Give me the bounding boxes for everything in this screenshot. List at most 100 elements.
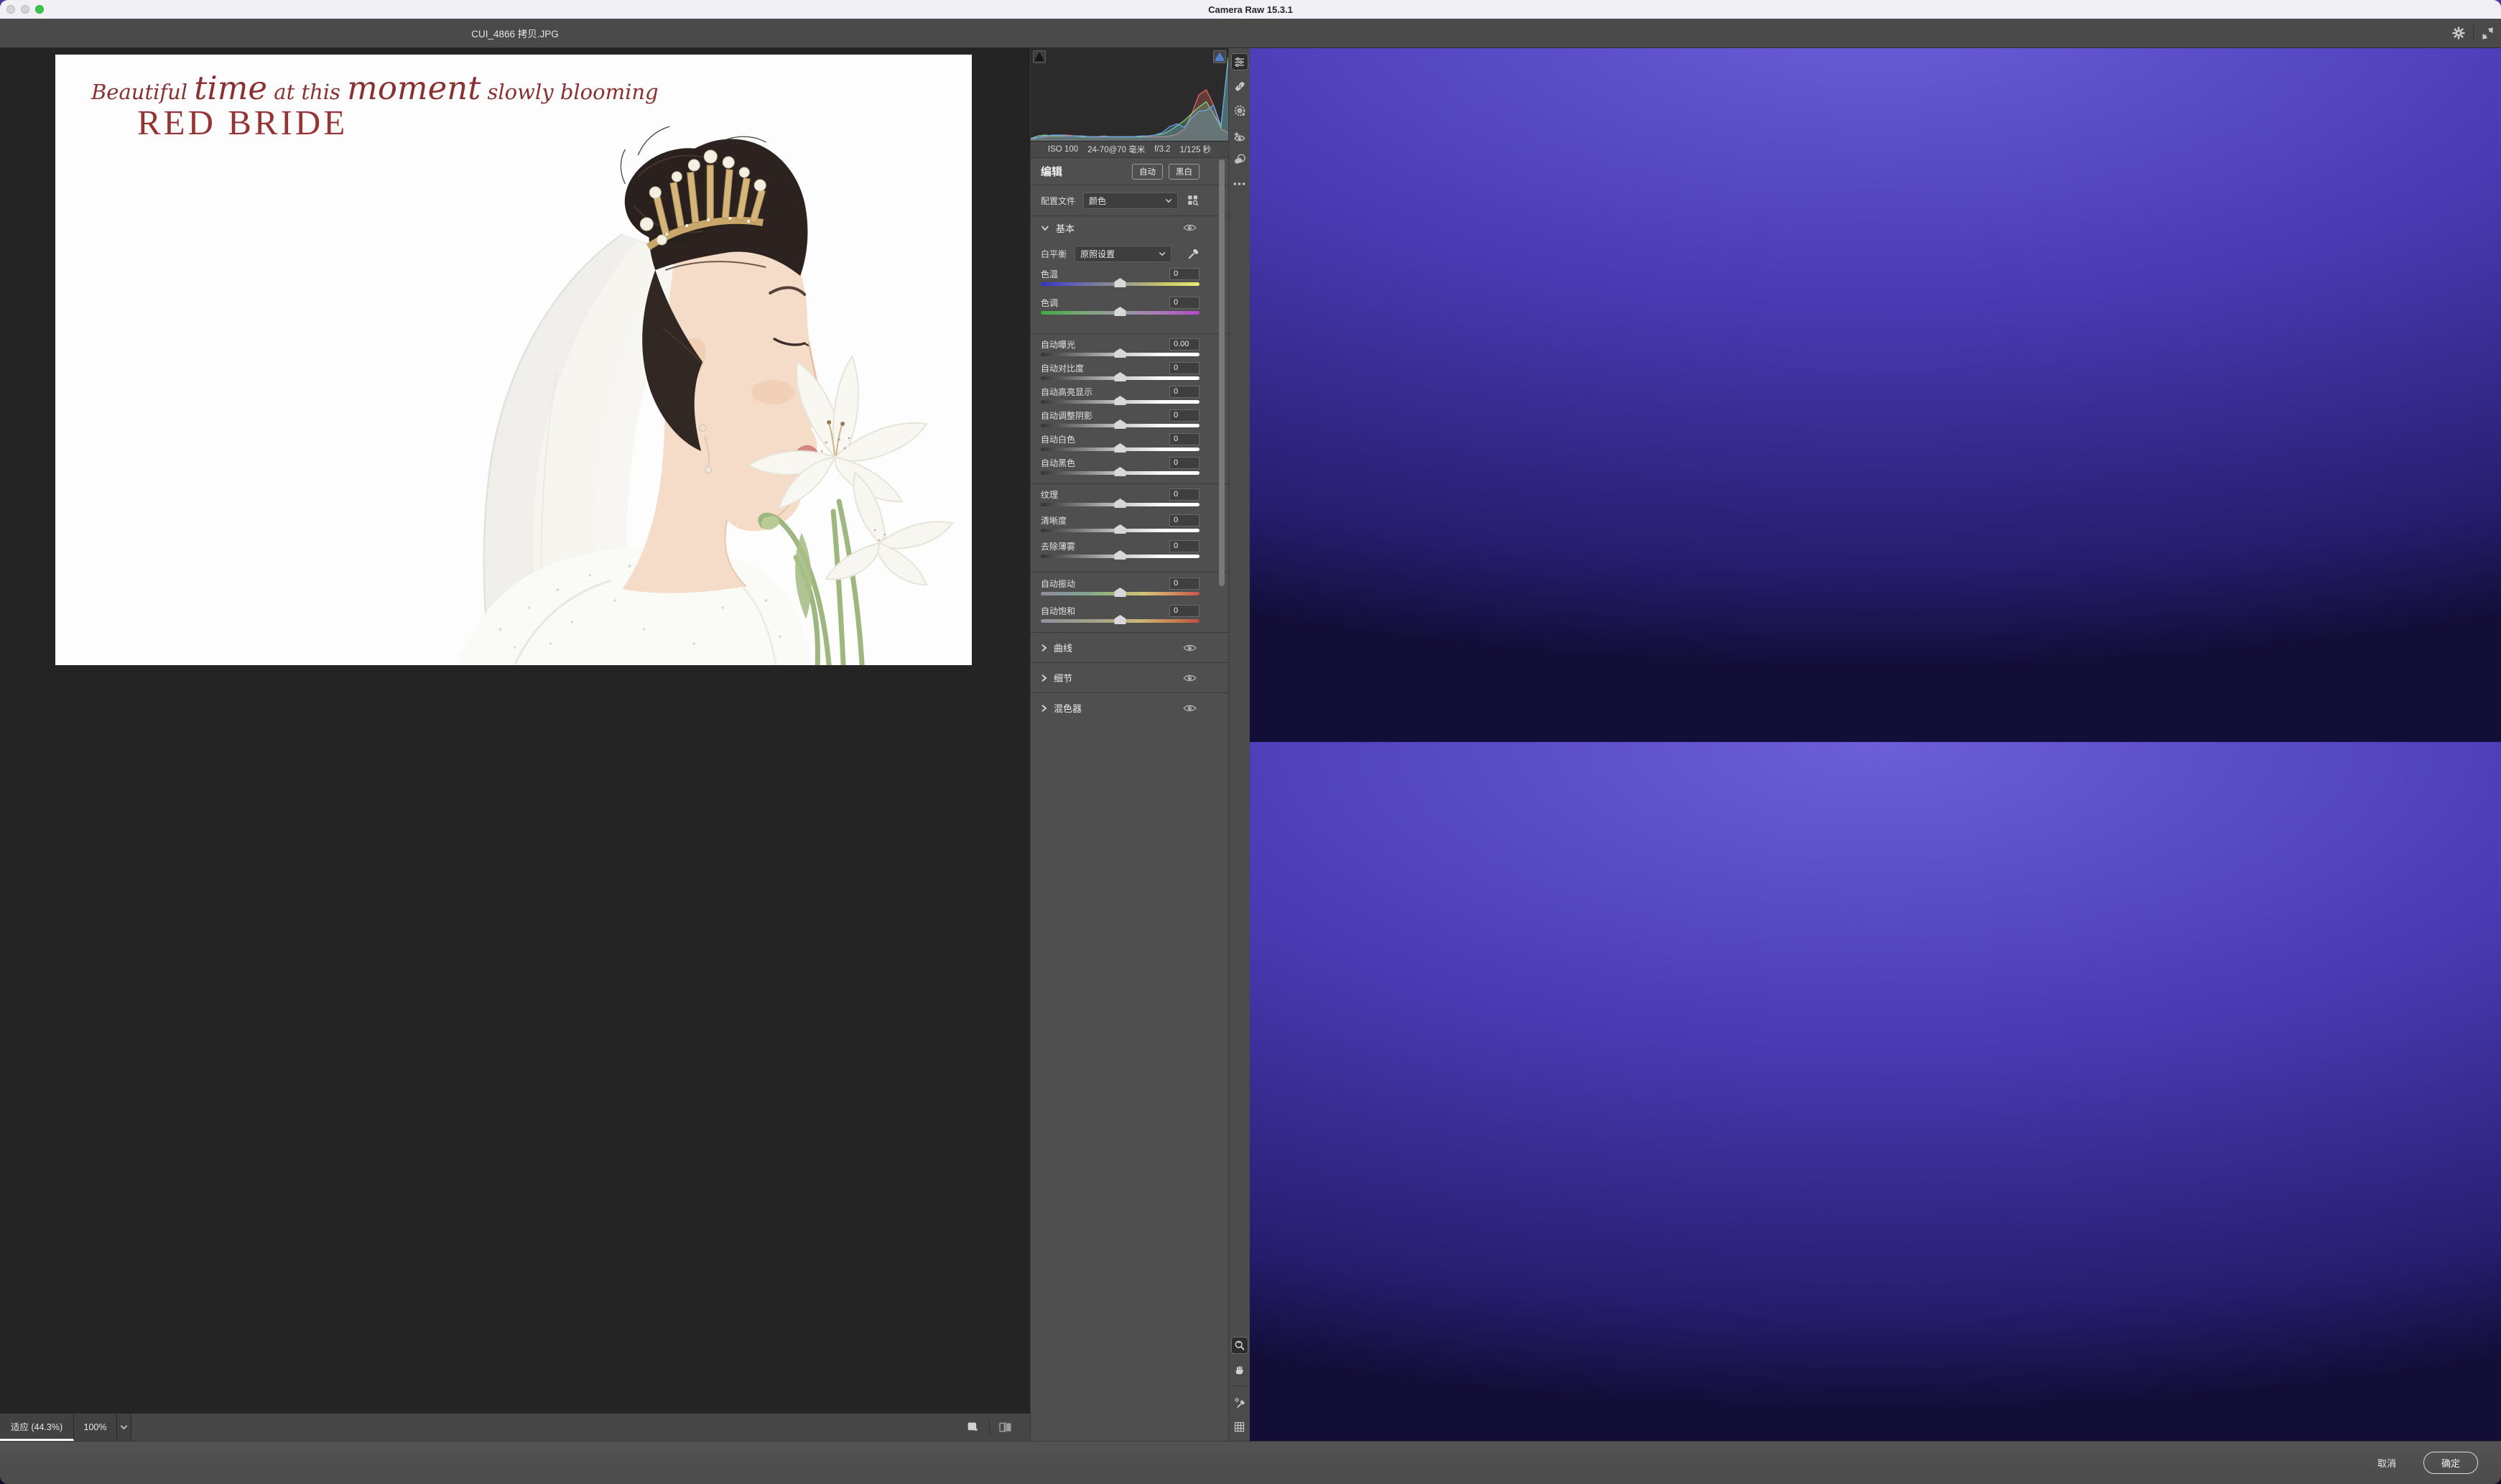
main-area: Beautiful time at this moment slowly blo… [0, 48, 2501, 1441]
slider-vibrance: 自动振动0 [1031, 578, 1228, 605]
file-bar: CUI_4866 拷贝.JPG [0, 19, 2501, 48]
slider-whites: 自动白色0 [1031, 433, 1228, 457]
cancel-button[interactable]: 取消 [2377, 1456, 2396, 1470]
section-detail-title: 细节 [1054, 671, 1200, 685]
slider-value-input[interactable]: 0 [1169, 488, 1200, 501]
exif-iso: ISO 100 [1048, 145, 1078, 154]
detail-visibility-eye-icon[interactable] [1183, 673, 1197, 682]
exif-bar: ISO 100 24-70@70 毫米 f/3.2 1/125 秒 [1031, 142, 1228, 158]
photo-headline: RED BRIDE [137, 102, 348, 143]
section-curves-header[interactable]: 曲线 [1031, 633, 1228, 662]
grid-overlay-tool-icon[interactable] [1231, 1418, 1248, 1435]
white-balance-dropdown[interactable]: 原照设置 [1075, 246, 1171, 262]
slider-value-input[interactable]: 0 [1169, 362, 1200, 374]
edit-title: 编辑 [1041, 164, 1126, 179]
hand-tool-icon[interactable] [1231, 1361, 1248, 1378]
profile-browser-icon[interactable] [1187, 194, 1200, 207]
section-mixer-header[interactable]: 混色器 [1031, 693, 1228, 723]
profile-dropdown[interactable]: 颜色 [1083, 193, 1178, 209]
ok-button[interactable]: 确定 [2423, 1452, 2478, 1474]
view-mode-icon[interactable] [966, 1421, 980, 1434]
slider-blacks: 自动黑色0 [1031, 457, 1228, 481]
curves-visibility-eye-icon[interactable] [1183, 643, 1197, 652]
settings-gear-icon[interactable] [2452, 27, 2465, 40]
slider-track[interactable] [1041, 555, 1200, 558]
red-eye-tool-icon[interactable] [1231, 126, 1248, 144]
histogram-svg [1031, 48, 1228, 141]
basic-visibility-eye-icon[interactable] [1183, 223, 1197, 233]
healing-brush-tool-icon[interactable] [1231, 78, 1248, 95]
slider-track[interactable] [1041, 471, 1200, 475]
chevron-right-icon [1041, 704, 1047, 713]
zoom-dropdown-chevron[interactable] [117, 1414, 131, 1441]
slider-clarity: 清晰度0 [1031, 514, 1228, 540]
chevron-right-icon [1041, 674, 1047, 682]
open-filename: CUI_4866 拷贝.JPG [0, 19, 1030, 47]
auto-adjust-button[interactable]: 自动 [1132, 164, 1163, 180]
section-detail-header[interactable]: 细节 [1031, 663, 1228, 692]
slider-value-input[interactable]: 0 [1169, 457, 1200, 469]
photo-preview[interactable]: Beautiful time at this moment slowly blo… [55, 55, 972, 665]
slider-track[interactable] [1041, 424, 1200, 427]
close-window-button[interactable] [6, 5, 15, 14]
shadow-clipping-toggle[interactable] [1033, 50, 1046, 63]
canvas-column: Beautiful time at this moment slowly blo… [0, 48, 1030, 1441]
edit-tool-button[interactable] [1231, 53, 1248, 70]
zoom-tool-button[interactable] [1231, 1337, 1248, 1354]
fit-zoom-button[interactable]: 适应 (44.3%) [0, 1414, 74, 1441]
mixer-visibility-eye-icon[interactable] [1183, 703, 1197, 713]
slider-value-input[interactable]: 0 [1169, 297, 1200, 309]
bride-photo-illustration [55, 55, 972, 665]
slider-track[interactable] [1041, 503, 1200, 506]
slider-track[interactable] [1041, 353, 1200, 356]
fullscreen-expand-icon[interactable] [2482, 27, 2494, 40]
slider-value-input[interactable]: 0 [1169, 433, 1200, 445]
slider-value-input[interactable]: 0 [1169, 578, 1200, 590]
black-white-button[interactable]: 黑白 [1169, 164, 1200, 180]
slider-track[interactable] [1041, 447, 1200, 451]
profile-row: 配置文件 颜色 [1031, 185, 1228, 215]
slider-shadows: 自动调整阴影0 [1031, 409, 1228, 433]
white-balance-eyedropper-icon[interactable] [1187, 248, 1200, 260]
more-options-icon[interactable] [1231, 175, 1248, 193]
before-after-view-icon[interactable] [998, 1422, 1013, 1433]
slider-value-input[interactable]: 0 [1169, 540, 1200, 552]
slider-value-input[interactable]: 0.00 [1169, 338, 1200, 351]
filebar-divider [2473, 25, 2474, 41]
masking-tool-icon[interactable] [1231, 102, 1248, 119]
white-balance-row: 白平衡 原照设置 [1031, 239, 1228, 268]
slider-track[interactable] [1041, 376, 1200, 380]
slider-saturation: 自动饱和0 [1031, 605, 1228, 632]
minimize-window-button[interactable] [21, 5, 29, 14]
slider-track[interactable] [1041, 592, 1200, 595]
slider-highlights: 自动高亮显示0 [1031, 386, 1228, 409]
section-mixer-title: 混色器 [1054, 701, 1200, 715]
slider-value-input[interactable]: 0 [1169, 605, 1200, 617]
slider-track[interactable] [1041, 282, 1200, 286]
slider-value-input[interactable]: 0 [1169, 514, 1200, 527]
slider-value-input[interactable]: 0 [1169, 268, 1200, 280]
slider-track[interactable] [1041, 619, 1200, 623]
fullscreen-window-button[interactable] [35, 5, 44, 14]
color-sampler-tool-icon[interactable] [1231, 1393, 1248, 1411]
edit-header: 编辑 自动 黑白 [1031, 158, 1228, 185]
slider-tint: 色调0 [1031, 297, 1228, 325]
panel-scrollbar[interactable] [1219, 159, 1225, 586]
slider-track[interactable] [1041, 400, 1200, 404]
highlight-clipping-toggle[interactable] [1213, 50, 1226, 63]
chevron-right-icon [1041, 644, 1047, 652]
zoom-level-button[interactable]: 100% [74, 1414, 117, 1441]
slider-track[interactable] [1041, 529, 1200, 532]
slider-value-input[interactable]: 0 [1169, 409, 1200, 422]
zoom-strip: 适应 (44.3%) 100% [0, 1413, 1030, 1441]
slider-exposure: 自动曝光0.00 [1031, 338, 1228, 362]
traffic-lights [6, 5, 44, 14]
slider-value-input[interactable]: 0 [1169, 386, 1200, 398]
histogram[interactable] [1031, 48, 1228, 142]
slider-texture: 纹理0 [1031, 488, 1228, 514]
tool-column [1228, 48, 1250, 1441]
presets-tool-icon[interactable] [1231, 151, 1248, 168]
slider-track[interactable] [1041, 311, 1200, 315]
section-basic-header[interactable]: 基本 [1031, 216, 1228, 239]
section-basic-title: 基本 [1056, 221, 1200, 235]
